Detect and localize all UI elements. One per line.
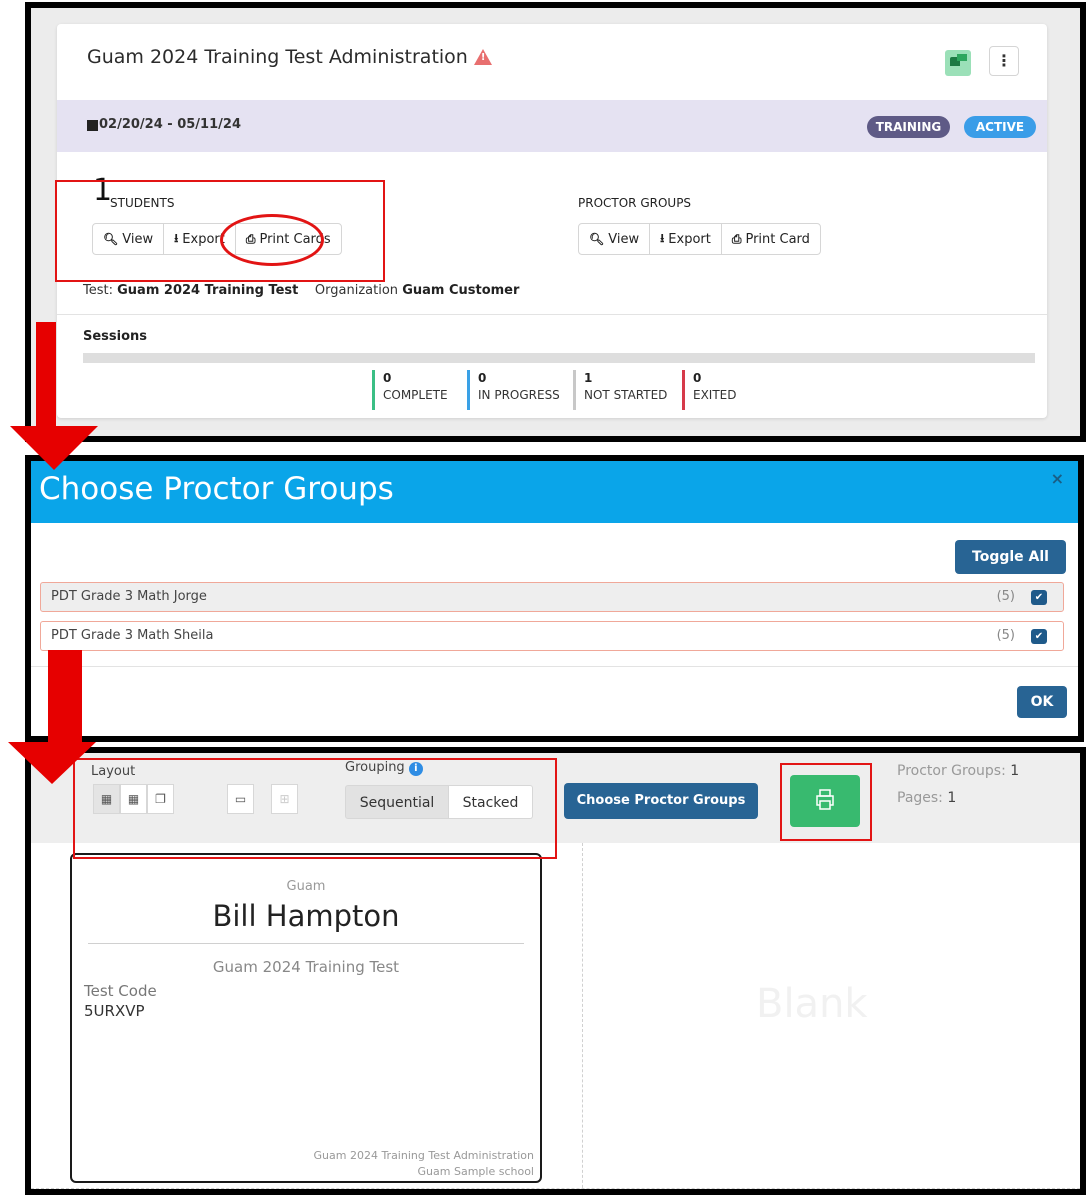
students-highlight-box <box>55 180 385 282</box>
proctor-view-list-button[interactable]: 🔍︎ View <box>579 224 651 254</box>
proctor-export-button[interactable]: ⭳ Export <box>650 224 722 254</box>
date-bar: 02/20/24 - 05/11/24 TRAINING ACTIVE <box>57 100 1047 152</box>
test-meta-line: Test: Guam 2024 Training Test Organizati… <box>83 283 519 298</box>
card-administration: Guam 2024 Training Test Administration <box>313 1149 535 1162</box>
down-arrow-icon <box>10 322 100 472</box>
card-test-code-label: Test Code <box>84 982 157 1000</box>
card-divider <box>88 943 524 944</box>
stat-in-progress-label: IN PROGRESS <box>478 388 560 402</box>
date-range: 02/20/24 - 05/11/24 <box>99 117 241 132</box>
stat-in-progress: 0 IN PROGRESS <box>467 370 560 410</box>
down-arrow-icon <box>8 650 98 785</box>
proctor-view-button[interactable] <box>945 50 971 76</box>
search-icon: 🔍︎ <box>589 232 605 246</box>
toggle-all-button[interactable]: Toggle All <box>955 540 1066 574</box>
stat-exited-label: EXITED <box>693 388 737 402</box>
proctor-groups-stat-value: 1 <box>1010 763 1020 779</box>
proctor-group-row[interactable]: PDT Grade 3 Math Jorge (5) ✔ <box>40 582 1064 612</box>
test-administration-panel: Guam 2024 Training Test Administration ⋮… <box>25 2 1086 442</box>
pages-stat-label: Pages: <box>897 790 943 806</box>
stat-complete-count: 0 <box>383 371 392 385</box>
stat-complete: 0 COMPLETE <box>372 370 448 410</box>
choose-proctor-groups-button[interactable]: Choose Proctor Groups <box>564 783 758 819</box>
proctor-groups-label: PROCTOR GROUPS <box>578 196 692 210</box>
pages-stat: Pages: 1 <box>897 790 956 806</box>
active-badge: ACTIVE <box>964 116 1036 138</box>
test-value: Guam 2024 Training Test <box>117 283 299 298</box>
divider <box>57 314 1047 315</box>
proctor-print-card-button[interactable]: ⎙ Print Card <box>722 224 820 254</box>
proctor-group-name: PDT Grade 3 Math Jorge <box>51 589 207 604</box>
page-bottom-divider <box>31 1188 1080 1189</box>
student-test-card: Guam Bill Hampton Guam 2024 Training Tes… <box>70 853 542 1183</box>
organization-label: Organization <box>314 283 399 298</box>
modal-title: Choose Proctor Groups <box>39 471 394 507</box>
sessions-progress-bar <box>83 353 1035 363</box>
stat-exited-count: 0 <box>693 371 702 385</box>
card-student-name: Bill Hampton <box>212 899 400 933</box>
card-test-code: 5URXVP <box>84 1002 145 1020</box>
administration-title-text: Guam 2024 Training Test Administration <box>87 46 468 68</box>
stat-complete-label: COMPLETE <box>383 388 448 402</box>
modal-header: Choose Proctor Groups × <box>31 461 1078 523</box>
close-icon[interactable]: × <box>1051 469 1064 488</box>
proctor-print-label: Print Card <box>745 231 810 247</box>
ok-button[interactable]: OK <box>1017 686 1067 718</box>
more-options-button[interactable]: ⋮ <box>989 46 1019 76</box>
card-school: Guam Sample school <box>417 1165 534 1178</box>
stat-not-started-count: 1 <box>584 371 593 385</box>
proctor-view-label: View <box>608 231 640 247</box>
stat-not-started: 1 NOT STARTED <box>573 370 667 410</box>
print-cards-view: Layout ▦ ▦ ❐ ▭ ⊞ Grouping i Sequential S… <box>25 747 1086 1195</box>
stat-not-started-label: NOT STARTED <box>584 388 668 402</box>
proctor-group-name: PDT Grade 3 Math Sheila <box>51 628 214 643</box>
proctor-group-count: (5) <box>996 628 1015 643</box>
print-cards-highlight-oval <box>220 214 324 266</box>
printer-icon: ⎙ <box>731 231 742 246</box>
calendar-icon <box>87 120 98 131</box>
warning-icon <box>473 49 492 65</box>
card-organization: Guam <box>286 879 326 894</box>
proctor-group-row[interactable]: PDT Grade 3 Math Sheila (5) ✔ <box>40 621 1064 651</box>
proctor-export-label: Export <box>668 231 711 247</box>
proctor-group-count: (5) <box>996 589 1015 604</box>
stat-exited: 0 EXITED <box>682 370 737 410</box>
organization-value: Guam Customer <box>402 283 520 298</box>
layout-grouping-highlight-box <box>73 758 557 859</box>
modal-divider <box>31 666 1078 667</box>
training-badge: TRAINING <box>867 116 950 138</box>
pages-stat-value: 1 <box>947 790 957 806</box>
blank-slot-label: Blank <box>756 981 868 1027</box>
stat-in-progress-count: 0 <box>478 371 487 385</box>
card-test-name: Guam 2024 Training Test <box>212 958 400 976</box>
test-label: Test: <box>83 283 113 298</box>
administration-title: Guam 2024 Training Test Administration <box>87 46 492 68</box>
checkbox-checked-icon[interactable]: ✔ <box>1031 590 1047 605</box>
choose-proctor-groups-modal: Choose Proctor Groups × Toggle All PDT G… <box>25 455 1084 742</box>
print-button-highlight-box <box>780 763 872 841</box>
download-icon: ⭳ <box>660 230 665 245</box>
checkbox-checked-icon[interactable]: ✔ <box>1031 629 1047 644</box>
page-divider <box>582 843 583 1189</box>
proctor-groups-button-group: 🔍︎ View ⭳ Export ⎙ Print Card <box>578 223 821 255</box>
proctor-groups-stat: Proctor Groups: 1 <box>897 763 1019 779</box>
proctor-groups-stat-label: Proctor Groups: <box>897 763 1006 779</box>
